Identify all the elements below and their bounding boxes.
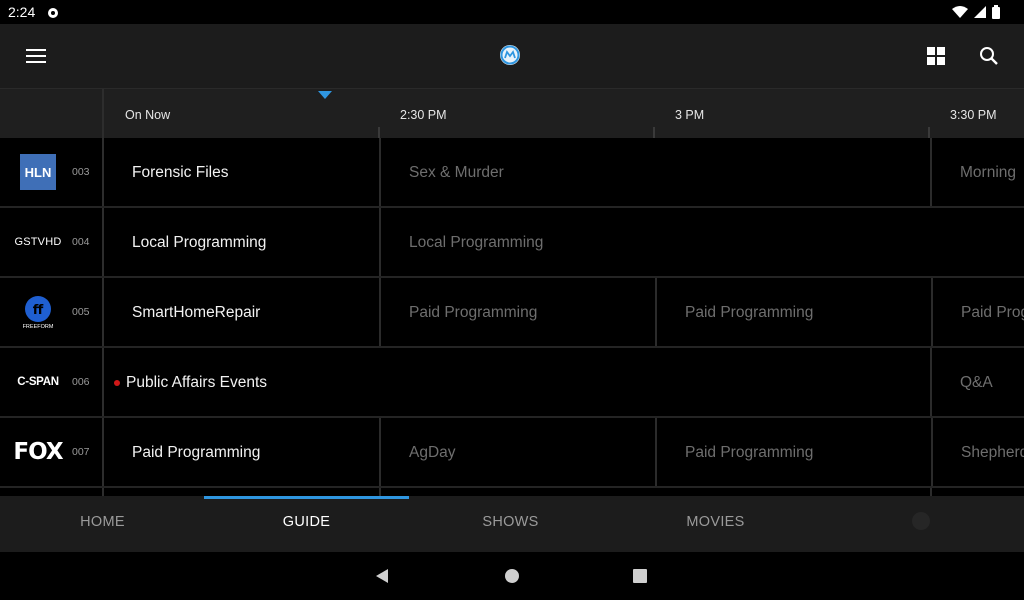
status-bar: 2:24	[0, 0, 1024, 24]
channel-logo-text: FOX	[13, 439, 63, 465]
menu-icon[interactable]	[16, 44, 56, 68]
status-time: 2:24	[8, 4, 36, 20]
program-title: Q&A	[960, 374, 993, 391]
program-title: Forensic Files	[132, 164, 229, 181]
system-nav-bar	[0, 552, 1024, 600]
channel-logo-gstvhd: GSTVHD	[12, 224, 64, 260]
program-title: Shepherd	[961, 444, 1024, 461]
program-title: Local Programming	[132, 234, 267, 251]
channel-cell[interactable]: GSTVHD 004	[0, 208, 104, 276]
nav-tab-shows[interactable]: SHOWS	[408, 496, 613, 552]
program-title: Paid Programming	[132, 444, 261, 461]
guide-grid: HLN 003 Forensic Files Sex & Murder Morn…	[0, 138, 1024, 496]
channel-number: 004	[72, 236, 90, 248]
program-title: Paid Prog	[961, 304, 1024, 321]
channel-logo-text: HLN	[24, 164, 52, 180]
program-title: Sex & Murder	[409, 164, 504, 181]
channel-logo-cspan: C-SPAN	[12, 364, 64, 400]
live-indicator-icon	[114, 380, 120, 386]
program-title: Paid Programming	[409, 304, 538, 321]
program-cell[interactable]: Paid Programming	[657, 418, 933, 486]
channel-number: 007	[72, 446, 90, 458]
program-title: Local Programming	[409, 234, 544, 251]
channel-cell[interactable]: ff FREEFORM 005	[0, 278, 104, 346]
program-cell[interactable]: Morning	[932, 138, 1024, 206]
battery-icon	[992, 5, 1000, 19]
nav-tab-movies[interactable]: MOVIES	[613, 496, 818, 552]
program-title: Public Affairs Events	[126, 374, 268, 391]
timeline-slot-2: 3 PM	[675, 108, 705, 122]
program-cell[interactable]: Paid Programming	[104, 418, 381, 486]
channel-row: FOX 007 Paid Programming AgDay Paid Prog…	[0, 418, 1024, 488]
grid-icon[interactable]	[922, 44, 950, 68]
channel-row: ff FREEFORM 005 SmartHomeRepair Paid Pro…	[0, 278, 1024, 348]
timeline-on-now: On Now	[125, 108, 171, 122]
timeline-slot-1: 2:30 PM	[400, 108, 447, 122]
program-cell[interactable]: Q&A	[932, 348, 1024, 416]
search-icon[interactable]	[976, 44, 1002, 68]
status-icons	[952, 5, 1000, 19]
program-cell[interactable]: SmartHomeRepair	[104, 278, 381, 346]
program-cell[interactable]: Sex & Murder	[381, 138, 932, 206]
timeline-slot-3: 3:30 PM	[950, 108, 997, 122]
signal-icon	[974, 6, 986, 18]
wifi-icon	[952, 6, 968, 18]
channel-number: 006	[72, 376, 90, 388]
nav-tab-guide[interactable]: GUIDE	[204, 496, 409, 552]
channel-number: 003	[72, 166, 90, 178]
channel-logo-hln: HLN	[12, 154, 64, 190]
channel-row: C-SPAN 006 Public Affairs Events Q&A	[0, 348, 1024, 418]
program-cell[interactable]: Paid Prog	[933, 278, 1024, 346]
program-title: SmartHomeRepair	[132, 304, 261, 321]
program-title: AgDay	[409, 444, 456, 461]
timeline-corner	[0, 89, 104, 139]
channel-logo-text: FREEFORM	[22, 323, 54, 330]
freeform-logo-icon: ff	[25, 295, 51, 322]
bottom-nav: HOME GUIDE SHOWS MOVIES	[0, 496, 1024, 552]
channel-logo-text: C-SPAN	[17, 376, 59, 388]
channel-cell[interactable]	[0, 488, 104, 496]
channel-row	[0, 488, 1024, 496]
program-cell[interactable]	[104, 488, 381, 496]
notification-icon	[46, 6, 60, 24]
program-cell[interactable]: Local Programming	[381, 208, 1024, 276]
program-title: Paid Programming	[685, 444, 814, 461]
home-icon[interactable]	[505, 569, 519, 588]
channel-logo-text: GSTVHD	[14, 236, 62, 248]
program-cell[interactable]: AgDay	[381, 418, 657, 486]
program-title: Paid Programming	[685, 304, 814, 321]
app-bar	[0, 24, 1024, 88]
app-logo-icon	[499, 44, 521, 66]
channel-row: HLN 003 Forensic Files Sex & Murder Morn…	[0, 138, 1024, 208]
recents-icon[interactable]	[632, 568, 648, 589]
channel-cell[interactable]: C-SPAN 006	[0, 348, 104, 416]
nav-more-icon[interactable]	[912, 512, 930, 530]
program-cell[interactable]: Forensic Files	[104, 138, 381, 206]
svg-text:ff: ff	[33, 303, 44, 318]
channel-logo-freeform: ff FREEFORM	[12, 294, 64, 330]
channel-logo-fox: FOX	[12, 434, 64, 470]
program-cell[interactable]: Paid Programming	[381, 278, 657, 346]
program-cell[interactable]: Local Programming	[104, 208, 381, 276]
program-cell[interactable]	[381, 488, 932, 496]
program-cell[interactable]: Shepherd	[933, 418, 1024, 486]
nav-tab-home[interactable]: HOME	[0, 496, 205, 552]
program-cell[interactable]: Paid Programming	[657, 278, 933, 346]
channel-number: 005	[72, 306, 90, 318]
back-icon[interactable]	[374, 568, 390, 589]
channel-cell[interactable]: FOX 007	[0, 418, 104, 486]
program-cell[interactable]: Public Affairs Events	[104, 348, 932, 416]
now-marker-icon	[318, 91, 332, 99]
channel-row: GSTVHD 004 Local Programming Local Progr…	[0, 208, 1024, 278]
channel-cell[interactable]: HLN 003	[0, 138, 104, 206]
timeline-header: On Now 2:30 PM 3 PM 3:30 PM	[0, 88, 1024, 139]
program-title: Morning	[960, 164, 1016, 181]
